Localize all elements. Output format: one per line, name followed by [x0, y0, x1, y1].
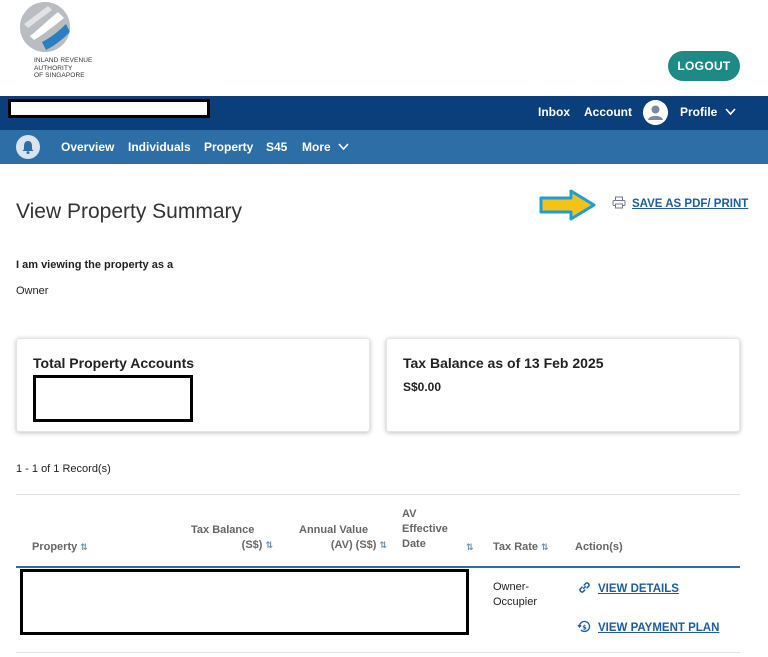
table-top-divider — [16, 494, 740, 495]
total-property-accounts-card: Total Property Accounts — [16, 338, 370, 432]
tab-individuals[interactable]: Individuals — [128, 140, 191, 154]
column-header-tax-rate[interactable]: Tax Rate ⇅ — [493, 540, 549, 555]
card-title: Tax Balance as of 13 Feb 2025 — [403, 355, 604, 371]
column-header-actions: Action(s) — [575, 541, 623, 553]
svg-text:$: $ — [582, 623, 587, 631]
agency-name: INLAND REVENUE AUTHORITY OF SINGAPORE — [34, 57, 93, 79]
sort-icon[interactable]: ⇅ — [466, 540, 474, 555]
tab-property[interactable]: Property — [204, 140, 253, 154]
primary-nav-bar: Inbox Account Profile — [0, 96, 768, 130]
nav-account[interactable]: Account — [584, 105, 632, 119]
tax-balance-value: S$0.00 — [403, 380, 442, 394]
printer-icon — [612, 196, 626, 212]
table-bottom-divider — [16, 652, 740, 653]
notification-bell-icon[interactable] — [16, 135, 40, 159]
logo-emblem-icon — [20, 2, 70, 52]
column-header-av-effective-date[interactable]: AV Effective Date — [402, 507, 448, 552]
payment-plan-icon: $ — [577, 619, 592, 637]
user-avatar-icon[interactable] — [643, 100, 668, 125]
page-title: View Property Summary — [16, 200, 243, 223]
sort-icon: ⇅ — [265, 540, 273, 550]
table-header-underline — [16, 566, 740, 568]
tax-balance-card: Tax Balance as of 13 Feb 2025 S$0.00 — [386, 338, 740, 432]
nav-inbox[interactable]: Inbox — [538, 105, 570, 119]
chevron-down-icon — [721, 105, 736, 119]
tax-rate-cell: Owner- Occupier — [493, 581, 538, 608]
tab-overview[interactable]: Overview — [61, 140, 114, 154]
sort-icon: ⇅ — [80, 542, 88, 552]
link-chain-icon — [577, 580, 592, 598]
column-header-annual-value[interactable]: Annual Value (AV) (S$) ⇅ — [299, 523, 387, 553]
redacted-user-name — [8, 99, 210, 118]
viewing-role-value: Owner — [16, 285, 49, 297]
redacted-total-accounts — [33, 375, 193, 422]
view-details-link[interactable]: VIEW DETAILS — [577, 580, 679, 598]
save-as-pdf-print-link[interactable]: SAVE AS PDF/ PRINT — [612, 196, 748, 212]
annotation-arrow-icon — [538, 188, 598, 222]
logout-button[interactable]: LOGOUT — [668, 51, 740, 81]
view-payment-plan-link[interactable]: $ VIEW PAYMENT PLAN — [577, 619, 719, 637]
record-count: 1 - 1 of 1 Record(s) — [16, 463, 111, 475]
iras-logo[interactable]: INLAND REVENUE AUTHORITY OF SINGAPORE — [18, 2, 98, 82]
column-header-tax-balance[interactable]: Tax Balance (S$) ⇅ — [191, 523, 273, 553]
sort-icon: ⇅ — [379, 540, 387, 550]
tab-s45[interactable]: S45 — [266, 140, 287, 154]
card-title: Total Property Accounts — [33, 355, 195, 371]
sort-icon: ⇅ — [541, 542, 549, 552]
secondary-nav-bar: Overview Individuals Property S45 More — [0, 130, 768, 164]
viewing-role-label: I am viewing the property as a — [16, 259, 174, 271]
column-header-property[interactable]: Property ⇅ — [32, 540, 88, 555]
tab-more[interactable]: More — [302, 140, 349, 154]
nav-profile[interactable]: Profile — [680, 105, 736, 119]
redacted-property-row-data — [20, 569, 469, 635]
top-header: INLAND REVENUE AUTHORITY OF SINGAPORE LO… — [0, 0, 768, 96]
chevron-down-icon — [334, 140, 349, 154]
